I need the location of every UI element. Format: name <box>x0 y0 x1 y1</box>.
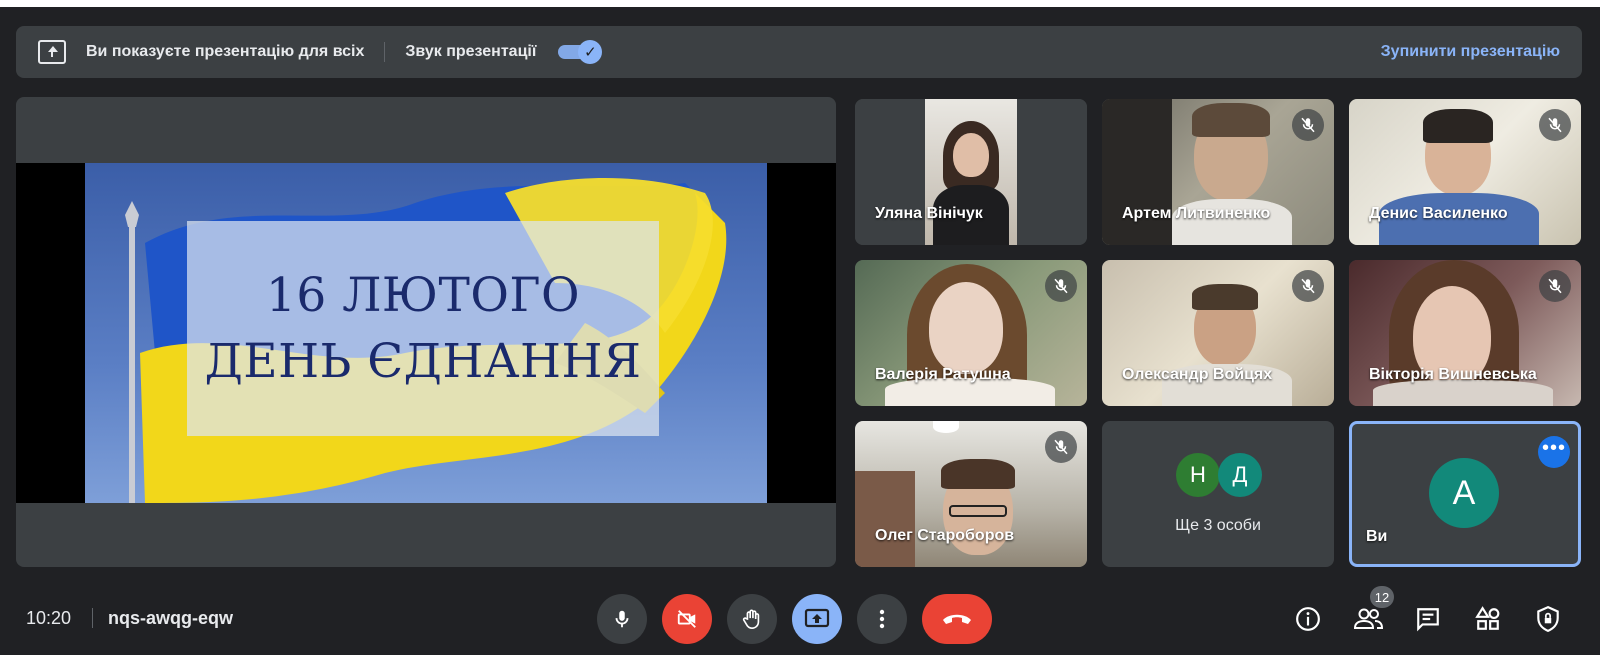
participant-tile[interactable]: Уляна Вінічук <box>855 99 1087 245</box>
shield-lock-icon <box>1537 605 1559 633</box>
presentation-sound-toggle[interactable]: ✓ <box>558 40 603 64</box>
mic-button[interactable] <box>597 594 647 644</box>
camera-button[interactable] <box>662 594 712 644</box>
self-avatar: A <box>1429 458 1499 528</box>
participant-avatar: Д <box>1218 453 1262 497</box>
presentation-slide: 16 ЛЮТОГО ДЕНЬ ЄДНАННЯ <box>85 163 767 503</box>
chat-button[interactable] <box>1408 594 1448 644</box>
window-top-edge <box>0 0 1600 7</box>
mic-off-icon <box>1539 270 1571 302</box>
mic-off-icon <box>1045 431 1077 463</box>
participant-tile[interactable]: Вікторія Вишневська <box>1349 260 1581 406</box>
present-screen-icon <box>804 608 830 628</box>
participant-tile[interactable]: Валерія Ратушна <box>855 260 1087 406</box>
raise-hand-button[interactable] <box>727 594 777 644</box>
presenting-message: Ви показуєте презентацію для всіх <box>86 43 365 60</box>
participant-video <box>855 99 1087 245</box>
participant-name: Вікторія Вишневська <box>1369 366 1537 383</box>
participant-name: Уляна Вінічук <box>875 205 983 222</box>
mic-icon <box>615 610 629 628</box>
participant-tile[interactable]: Олег Староборов <box>855 421 1087 567</box>
bottom-divider <box>92 608 93 628</box>
participant-tile[interactable]: Денис Василенко <box>1349 99 1581 245</box>
self-name: Ви <box>1366 528 1388 545</box>
participant-name: Олег Староборов <box>875 527 1015 544</box>
mic-off-icon <box>1539 109 1571 141</box>
host-controls-button[interactable] <box>1528 594 1568 644</box>
stop-presenting-button[interactable]: Зупинити презентацію <box>1381 43 1560 61</box>
participant-name: Артем Литвиненко <box>1122 205 1271 222</box>
leave-call-button[interactable] <box>922 594 992 644</box>
self-tile[interactable]: A ••• Ви <box>1349 421 1581 567</box>
participant-name: Денис Василенко <box>1369 205 1508 222</box>
people-icon <box>1353 608 1383 629</box>
presentation-stage: 16 ЛЮТОГО ДЕНЬ ЄДНАННЯ <box>16 97 836 567</box>
participant-tile[interactable]: Артем Литвиненко <box>1102 99 1334 245</box>
slide-title-line-1: 16 ЛЮТОГО <box>265 267 581 323</box>
meeting-details-button[interactable] <box>1288 594 1328 644</box>
others-count-label: Ще 3 особи <box>1175 517 1261 534</box>
mic-off-icon <box>1292 270 1324 302</box>
more-options-button[interactable] <box>857 594 907 644</box>
others-tile[interactable]: Н Д Ще 3 особи <box>1102 421 1334 567</box>
participant-name: Валерія Ратушна <box>875 366 1011 383</box>
clock: 10:20 <box>26 608 72 628</box>
check-icon: ✓ <box>578 40 603 64</box>
participant-avatar: Н <box>1176 453 1220 497</box>
activities-button[interactable] <box>1468 594 1508 644</box>
hand-icon <box>742 609 760 629</box>
end-call-icon <box>943 614 971 624</box>
banner-divider <box>384 42 386 62</box>
activities-icon <box>1475 606 1500 630</box>
participant-name: Олександр Войцях <box>1122 366 1273 383</box>
participants-count-badge: 12 <box>1370 586 1394 608</box>
mic-off-icon <box>1045 270 1077 302</box>
more-options-icon[interactable]: ••• <box>1538 436 1570 468</box>
present-screen-icon <box>38 40 66 64</box>
slide-title-box: 16 ЛЮТОГО ДЕНЬ ЄДНАННЯ <box>187 221 659 436</box>
participant-tile[interactable]: Олександр Войцях <box>1102 260 1334 406</box>
mic-off-icon <box>1292 109 1324 141</box>
camera-off-icon <box>677 610 696 628</box>
presentation-sound-label: Звук презентації <box>405 43 537 60</box>
meeting-code: nqs-awqg-eqw <box>108 608 233 628</box>
control-bar: 10:20 nqs-awqg-eqw 12 <box>0 580 1600 655</box>
chat-icon <box>1417 608 1439 632</box>
presenting-banner: Ви показуєте презентацію для всіх Звук п… <box>16 26 1582 78</box>
present-button[interactable] <box>792 594 842 644</box>
info-icon <box>1296 607 1320 631</box>
more-vert-icon <box>879 609 885 629</box>
slide-title-line-2: ДЕНЬ ЄДНАННЯ <box>204 333 642 389</box>
